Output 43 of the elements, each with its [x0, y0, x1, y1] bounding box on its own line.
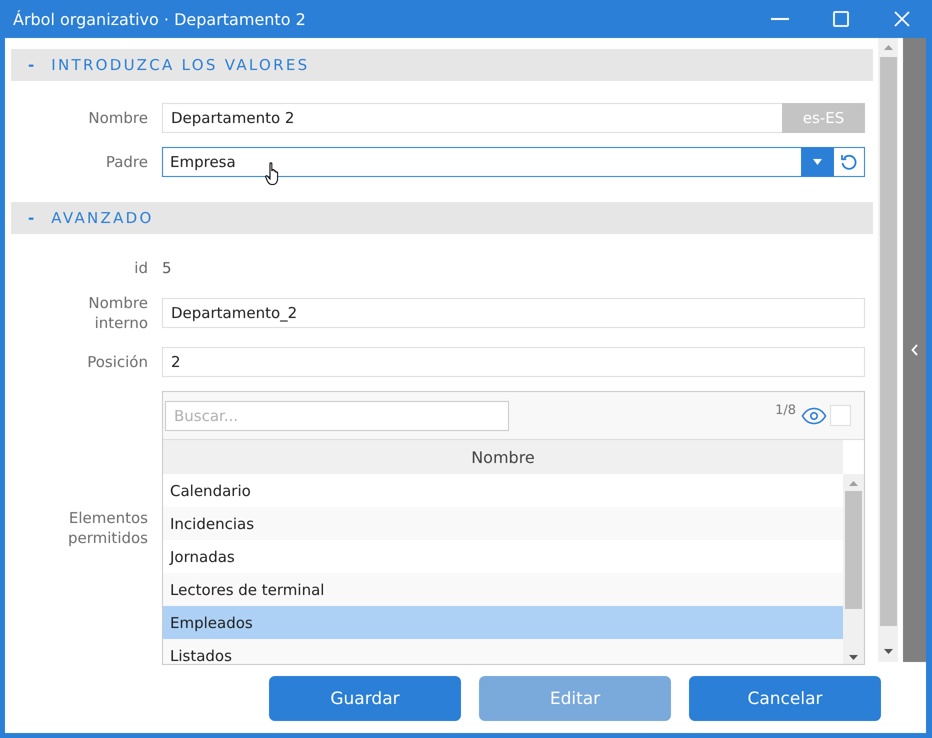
reset-button[interactable]: [833, 147, 865, 177]
field-value: 5: [162, 259, 172, 277]
column-header[interactable]: Nombre: [163, 440, 843, 474]
scrollbar-thumb[interactable]: [880, 57, 896, 626]
text-field[interactable]: Departamento_2: [162, 298, 865, 328]
minimize-icon: [770, 18, 788, 20]
field-label: id: [133, 258, 148, 278]
scrollbar[interactable]: [843, 474, 864, 664]
down-arrow-icon[interactable]: [884, 649, 892, 654]
section-title: INTRODUZCA LOS VALORES: [51, 56, 310, 74]
maximize-icon: [832, 11, 848, 27]
section-title: AVANZADO: [51, 209, 154, 227]
up-arrow-icon[interactable]: [884, 45, 892, 50]
search-field[interactable]: Buscar...: [165, 400, 509, 430]
up-arrow-icon[interactable]: [849, 481, 858, 486]
caret-icon: [812, 159, 822, 165]
field-label: Nombre: [87, 108, 148, 128]
chevron-left-icon: [911, 344, 918, 356]
text-field[interactable]: 2: [162, 347, 865, 377]
list-row[interactable]: Incidencias: [163, 507, 843, 540]
action-button[interactable]: Guardar: [269, 676, 461, 721]
scrollbar-thumb[interactable]: [845, 491, 862, 609]
field-label: Elementos permitidos: [67, 508, 148, 548]
down-arrow-icon[interactable]: [849, 655, 858, 660]
list-row[interactable]: Listados: [163, 639, 843, 664]
dropdown-button[interactable]: [801, 147, 833, 177]
hand-cursor-icon: [265, 162, 281, 186]
checkbox[interactable]: [830, 405, 851, 426]
eye-icon[interactable]: [801, 406, 827, 424]
dropdown-field[interactable]: Empresa: [162, 147, 801, 177]
field-label: Nombre interno: [87, 293, 148, 333]
close-icon: [894, 11, 910, 27]
list-row[interactable]: Empleados: [163, 606, 843, 639]
list-row[interactable]: Lectores de terminal: [163, 573, 843, 606]
action-button[interactable]: Cancelar: [689, 676, 881, 721]
refresh-icon: [840, 153, 858, 171]
window-title: Árbol organizativo · Departamento 2: [13, 10, 307, 28]
scrollbar[interactable]: [878, 38, 898, 662]
field-label: Padre: [104, 152, 148, 172]
locale-tag: es-ES: [782, 103, 865, 133]
text-field[interactable]: Departamento 2: [162, 103, 782, 133]
page-counter: 1/8: [775, 403, 796, 418]
field-label: Posición: [86, 352, 148, 372]
